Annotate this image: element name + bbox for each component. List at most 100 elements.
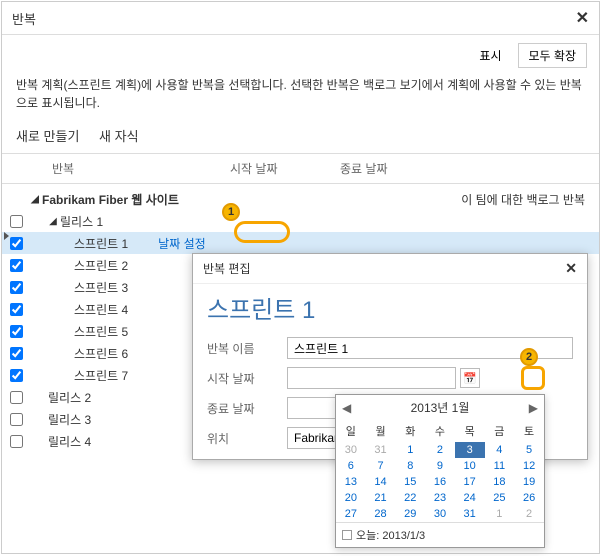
dialog-title: 반복 (12, 9, 36, 28)
dow-header: 목 (455, 420, 485, 442)
col-iter: 반복 (30, 160, 230, 177)
tree-row[interactable]: 스프린트 1 날짜 설정 (2, 232, 599, 254)
iteration-name: 릴리스 4 (48, 433, 91, 450)
calendar-day[interactable]: 28 (366, 506, 396, 522)
iteration-checkbox[interactable] (10, 325, 23, 338)
calendar-day[interactable]: 22 (395, 490, 425, 506)
top-buttons: 표시 모두 확장 (2, 35, 599, 72)
calendar-day[interactable]: 6 (336, 458, 366, 474)
toolbar: 새로 만들기 새 자식 (2, 122, 599, 153)
dow-header: 화 (395, 420, 425, 442)
iteration-checkbox[interactable] (10, 281, 23, 294)
calendar-day[interactable]: 7 (366, 458, 396, 474)
calendar-day[interactable]: 16 (425, 474, 455, 490)
today-footer[interactable]: 오늘: 2013/1/3 (336, 522, 544, 547)
calendar-day[interactable]: 10 (455, 458, 485, 474)
calendar-day[interactable]: 12 (514, 458, 544, 474)
expand-icon[interactable]: ◢ (30, 194, 40, 205)
prev-month-icon[interactable]: ◀ (342, 401, 351, 415)
set-date-link[interactable]: 날짜 설정 (158, 235, 206, 252)
dow-header: 수 (425, 420, 455, 442)
calendar-day[interactable]: 1 (395, 442, 425, 458)
new-button[interactable]: 새로 만들기 (16, 129, 79, 144)
calendar-day[interactable]: 5 (514, 442, 544, 458)
expand-icon[interactable]: ◢ (48, 216, 58, 227)
iteration-name: 스프린트 5 (74, 323, 128, 340)
calendar-day[interactable]: 8 (395, 458, 425, 474)
show-button[interactable]: 표시 (469, 43, 511, 68)
iteration-name: 스프린트 6 (74, 345, 128, 362)
iteration-checkbox[interactable] (10, 435, 23, 448)
calendar-day[interactable]: 13 (336, 474, 366, 490)
next-month-icon[interactable]: ▶ (529, 401, 538, 415)
calendar-day[interactable]: 30 (336, 442, 366, 458)
calendar-day[interactable]: 2 (514, 506, 544, 522)
highlight-ring-2 (521, 366, 545, 390)
datepicker: ◀ 2013년 1월 ▶ 일월화수목금토 3031123456789101112… (335, 394, 545, 548)
popup-titlebar: 반복 편집 ✕ (193, 254, 587, 284)
expand-all-button[interactable]: 모두 확장 (518, 43, 588, 68)
dow-header: 월 (366, 420, 396, 442)
callout-2: 2 (520, 348, 538, 366)
calendar-day[interactable]: 2 (425, 442, 455, 458)
iteration-name: 릴리스 1 (60, 213, 103, 230)
calendar-day[interactable]: 30 (425, 506, 455, 522)
calendar-day[interactable]: 27 (336, 506, 366, 522)
tree-row[interactable]: ◢릴리스 1 (2, 210, 599, 232)
calendar-day[interactable]: 4 (485, 442, 515, 458)
iteration-name: 릴리스 3 (48, 411, 91, 428)
start-date-input[interactable] (287, 367, 456, 389)
calendar-icon[interactable]: 📅 (460, 368, 480, 388)
calendar-day[interactable]: 18 (485, 474, 515, 490)
calendar-day[interactable]: 26 (514, 490, 544, 506)
calendar-day[interactable]: 29 (395, 506, 425, 522)
start-label: 시작 날짜 (207, 370, 287, 387)
end-label: 종료 날짜 (207, 400, 287, 417)
iteration-checkbox[interactable] (10, 237, 23, 250)
month-label: 2013년 1월 (411, 399, 470, 416)
calendar-day[interactable]: 24 (455, 490, 485, 506)
popup-close-icon[interactable]: ✕ (565, 260, 577, 277)
calendar-day[interactable]: 15 (395, 474, 425, 490)
iteration-name: 스프린트 1 (74, 235, 128, 252)
iteration-name: 릴리스 2 (48, 389, 91, 406)
row-caret-icon (4, 232, 9, 240)
calendar-day[interactable]: 3 (455, 442, 485, 458)
popup-heading: 스프린트 1 (193, 284, 587, 335)
iteration-checkbox[interactable] (10, 413, 23, 426)
calendar-day[interactable]: 19 (514, 474, 544, 490)
intro-text: 반복 계획(스프린트 계획)에 사용할 반복을 선택합니다. 선택한 반복은 백… (2, 72, 599, 122)
calendar-day[interactable]: 9 (425, 458, 455, 474)
iteration-checkbox[interactable] (10, 259, 23, 272)
calendar-day[interactable]: 14 (366, 474, 396, 490)
calendar-day[interactable]: 23 (425, 490, 455, 506)
iteration-name: 스프린트 4 (74, 301, 128, 318)
iteration-checkbox[interactable] (10, 347, 23, 360)
iteration-name: 스프린트 2 (74, 257, 128, 274)
col-start: 시작 날짜 (230, 160, 340, 177)
close-icon[interactable]: ✕ (576, 8, 589, 28)
calendar-day[interactable]: 25 (485, 490, 515, 506)
iteration-checkbox[interactable] (10, 369, 23, 382)
column-headers: 반복 시작 날짜 종료 날짜 (2, 153, 599, 184)
root-name: Fabrikam Fiber 웹 사이트 (42, 191, 179, 208)
tree-root[interactable]: ◢ Fabrikam Fiber 웹 사이트 이 팀에 대한 백로그 반복 (2, 188, 599, 210)
iteration-checkbox[interactable] (10, 303, 23, 316)
calendar-day[interactable]: 1 (485, 506, 515, 522)
new-child-button[interactable]: 새 자식 (99, 129, 139, 144)
iteration-name: 스프린트 3 (74, 279, 128, 296)
calendar-day[interactable]: 17 (455, 474, 485, 490)
iteration-checkbox[interactable] (10, 215, 23, 228)
col-end: 종료 날짜 (340, 160, 430, 177)
calendar-day[interactable]: 21 (366, 490, 396, 506)
loc-label: 위치 (207, 430, 287, 447)
iteration-name: 스프린트 7 (74, 367, 128, 384)
highlight-ring-1 (234, 221, 290, 243)
calendar-day[interactable]: 31 (455, 506, 485, 522)
calendar-day[interactable]: 11 (485, 458, 515, 474)
callout-1: 1 (222, 203, 240, 221)
today-label: 오늘: 2013/1/3 (356, 527, 425, 543)
calendar-day[interactable]: 20 (336, 490, 366, 506)
calendar-day[interactable]: 31 (366, 442, 396, 458)
iteration-checkbox[interactable] (10, 391, 23, 404)
